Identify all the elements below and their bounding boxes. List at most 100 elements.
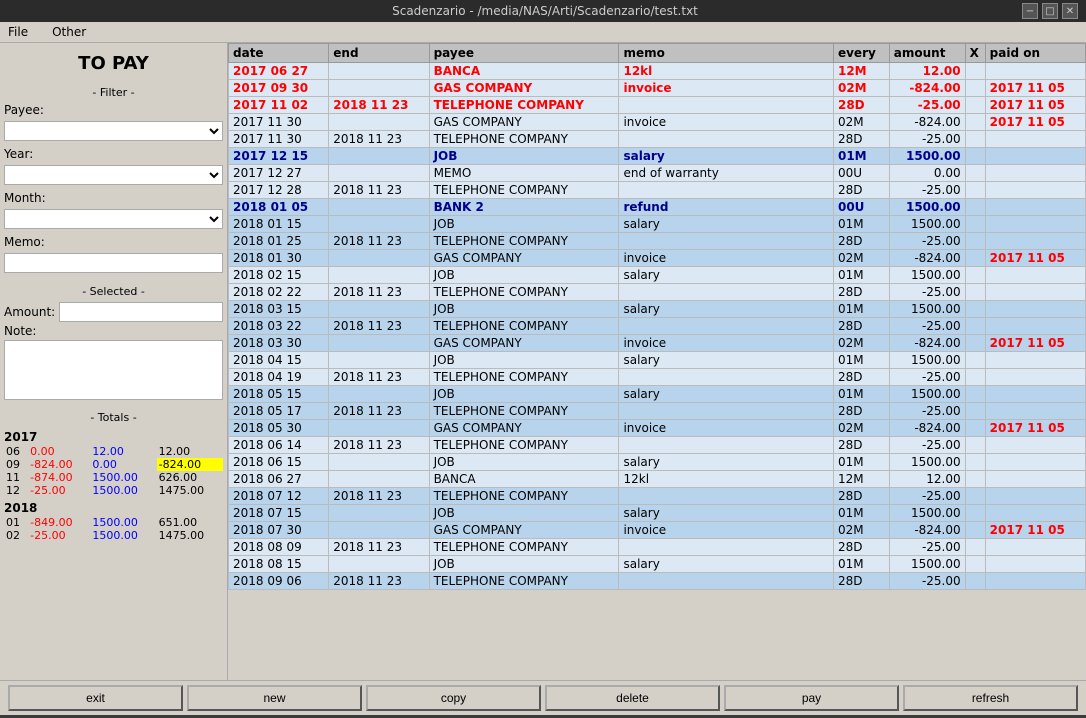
table-row[interactable]: 2018 07 15JOBsalary01M1500.00 [229, 505, 1086, 522]
delete-button[interactable]: delete [545, 685, 720, 711]
note-textarea[interactable] [4, 340, 223, 400]
payee-select[interactable] [4, 121, 223, 141]
left-panel: TO PAY - Filter - Payee: Year: Month: [0, 43, 228, 680]
cell-date: 2018 01 30 [229, 250, 329, 267]
panel-title: TO PAY [4, 47, 223, 82]
cell-paid-on [985, 63, 1085, 80]
table-row[interactable]: 2017 09 30GAS COMPANYinvoice02M-824.0020… [229, 80, 1086, 97]
cell-end [329, 114, 429, 131]
pay-button[interactable]: pay [724, 685, 899, 711]
cell-amount: -25.00 [889, 369, 965, 386]
cell-every: 01M [833, 454, 889, 471]
right-panel: date end payee memo every amount X paid … [228, 43, 1086, 680]
cell-x [965, 556, 985, 573]
cell-payee: GAS COMPANY [429, 250, 619, 267]
table-row[interactable]: 2017 12 27MEMOend of warranty00U0.00 [229, 165, 1086, 182]
copy-button[interactable]: copy [366, 685, 541, 711]
table-row[interactable]: 2018 04 192018 11 23TELEPHONE COMPANY28D… [229, 369, 1086, 386]
table-row[interactable]: 2018 09 062018 11 23TELEPHONE COMPANY28D… [229, 573, 1086, 590]
new-button[interactable]: new [187, 685, 362, 711]
cell-payee: GAS COMPANY [429, 335, 619, 352]
table-row[interactable]: 2018 03 222018 11 23TELEPHONE COMPANY28D… [229, 318, 1086, 335]
table-row[interactable]: 2018 06 142018 11 23TELEPHONE COMPANY28D… [229, 437, 1086, 454]
cell-paid-on [985, 284, 1085, 301]
cell-every: 01M [833, 148, 889, 165]
cell-amount: 1500.00 [889, 199, 965, 216]
table-row[interactable]: 2017 11 302018 11 23TELEPHONE COMPANY28D… [229, 131, 1086, 148]
table-row[interactable]: 2018 04 15JOBsalary01M1500.00 [229, 352, 1086, 369]
bottom-bar: exit new copy delete pay refresh [0, 680, 1086, 715]
table-row[interactable]: 2018 06 27BANCA12kl12M12.00 [229, 471, 1086, 488]
table-row[interactable]: 2018 02 222018 11 23TELEPHONE COMPANY28D… [229, 284, 1086, 301]
memo-filter-input[interactable] [4, 253, 223, 273]
cell-paid-on [985, 148, 1085, 165]
table-row[interactable]: 2018 03 15JOBsalary01M1500.00 [229, 301, 1086, 318]
cell-amount: 12.00 [889, 63, 965, 80]
table-container[interactable]: date end payee memo every amount X paid … [228, 43, 1086, 680]
cell-x [965, 216, 985, 233]
cell-paid-on: 2017 11 05 [985, 80, 1085, 97]
cell-every: 12M [833, 63, 889, 80]
table-row[interactable]: 2018 01 05BANK 2refund00U1500.00 [229, 199, 1086, 216]
totals-row: 06 0.00 12.00 12.00 [4, 445, 223, 458]
table-row[interactable]: 2018 02 15JOBsalary01M1500.00 [229, 267, 1086, 284]
table-row[interactable]: 2017 12 282018 11 23TELEPHONE COMPANY28D… [229, 182, 1086, 199]
cell-x [965, 182, 985, 199]
cell-memo: salary [619, 454, 834, 471]
cell-amount: 1500.00 [889, 352, 965, 369]
table-row[interactable]: 2018 05 15JOBsalary01M1500.00 [229, 386, 1086, 403]
month-select[interactable] [4, 209, 223, 229]
cell-date: 2018 03 22 [229, 318, 329, 335]
amount-label: Amount: [4, 305, 59, 319]
table-row[interactable]: 2018 05 30GAS COMPANYinvoice02M-824.0020… [229, 420, 1086, 437]
table-row[interactable]: 2018 01 30GAS COMPANYinvoice02M-824.0020… [229, 250, 1086, 267]
cell-end: 2018 11 23 [329, 539, 429, 556]
cell-end [329, 148, 429, 165]
table-row[interactable]: 2018 07 30GAS COMPANYinvoice02M-824.0020… [229, 522, 1086, 539]
cell-x [965, 403, 985, 420]
cell-payee: MEMO [429, 165, 619, 182]
table-row[interactable]: 2018 05 172018 11 23TELEPHONE COMPANY28D… [229, 403, 1086, 420]
col-payee: payee [429, 44, 619, 63]
year-select[interactable] [4, 165, 223, 185]
cell-every: 28D [833, 369, 889, 386]
cell-x [965, 114, 985, 131]
exit-button[interactable]: exit [8, 685, 183, 711]
table-row[interactable]: 2018 06 15JOBsalary01M1500.00 [229, 454, 1086, 471]
table-row[interactable]: 2018 08 092018 11 23TELEPHONE COMPANY28D… [229, 539, 1086, 556]
cell-end: 2018 11 23 [329, 284, 429, 301]
table-row[interactable]: 2018 03 30GAS COMPANYinvoice02M-824.0020… [229, 335, 1086, 352]
refresh-button[interactable]: refresh [903, 685, 1078, 711]
cell-paid-on [985, 165, 1085, 182]
amount-input[interactable]: 1500.00 [59, 302, 223, 322]
cell-every: 28D [833, 284, 889, 301]
cell-amount: -824.00 [889, 420, 965, 437]
cell-paid-on [985, 505, 1085, 522]
table-row[interactable]: 2017 11 022018 11 23TELEPHONE COMPANY28D… [229, 97, 1086, 114]
close-button[interactable]: ✕ [1062, 3, 1078, 19]
cell-payee: JOB [429, 556, 619, 573]
cell-date: 2018 03 30 [229, 335, 329, 352]
table-row[interactable]: 2018 01 15JOBsalary01M1500.00 [229, 216, 1086, 233]
cell-payee: TELEPHONE COMPANY [429, 573, 619, 590]
cell-date: 2017 11 30 [229, 131, 329, 148]
minimize-button[interactable]: − [1022, 3, 1038, 19]
cell-memo: salary [619, 505, 834, 522]
cell-date: 2018 01 05 [229, 199, 329, 216]
table-row[interactable]: 2017 11 30GAS COMPANYinvoice02M-824.0020… [229, 114, 1086, 131]
cell-end [329, 63, 429, 80]
cell-every: 01M [833, 216, 889, 233]
menu-file[interactable]: File [4, 24, 32, 40]
cell-end [329, 352, 429, 369]
table-row[interactable]: 2018 01 252018 11 23TELEPHONE COMPANY28D… [229, 233, 1086, 250]
menu-other[interactable]: Other [48, 24, 90, 40]
table-row[interactable]: 2018 08 15JOBsalary01M1500.00 [229, 556, 1086, 573]
cell-payee: JOB [429, 216, 619, 233]
totals-row: 12 -25.00 1500.00 1475.00 [4, 484, 223, 497]
maximize-button[interactable]: □ [1042, 3, 1058, 19]
table-row[interactable]: 2017 06 27BANCA12kl12M12.00 [229, 63, 1086, 80]
cell-end [329, 386, 429, 403]
table-row[interactable]: 2018 07 122018 11 23TELEPHONE COMPANY28D… [229, 488, 1086, 505]
cell-end [329, 216, 429, 233]
table-row[interactable]: 2017 12 15JOBsalary01M1500.00 [229, 148, 1086, 165]
